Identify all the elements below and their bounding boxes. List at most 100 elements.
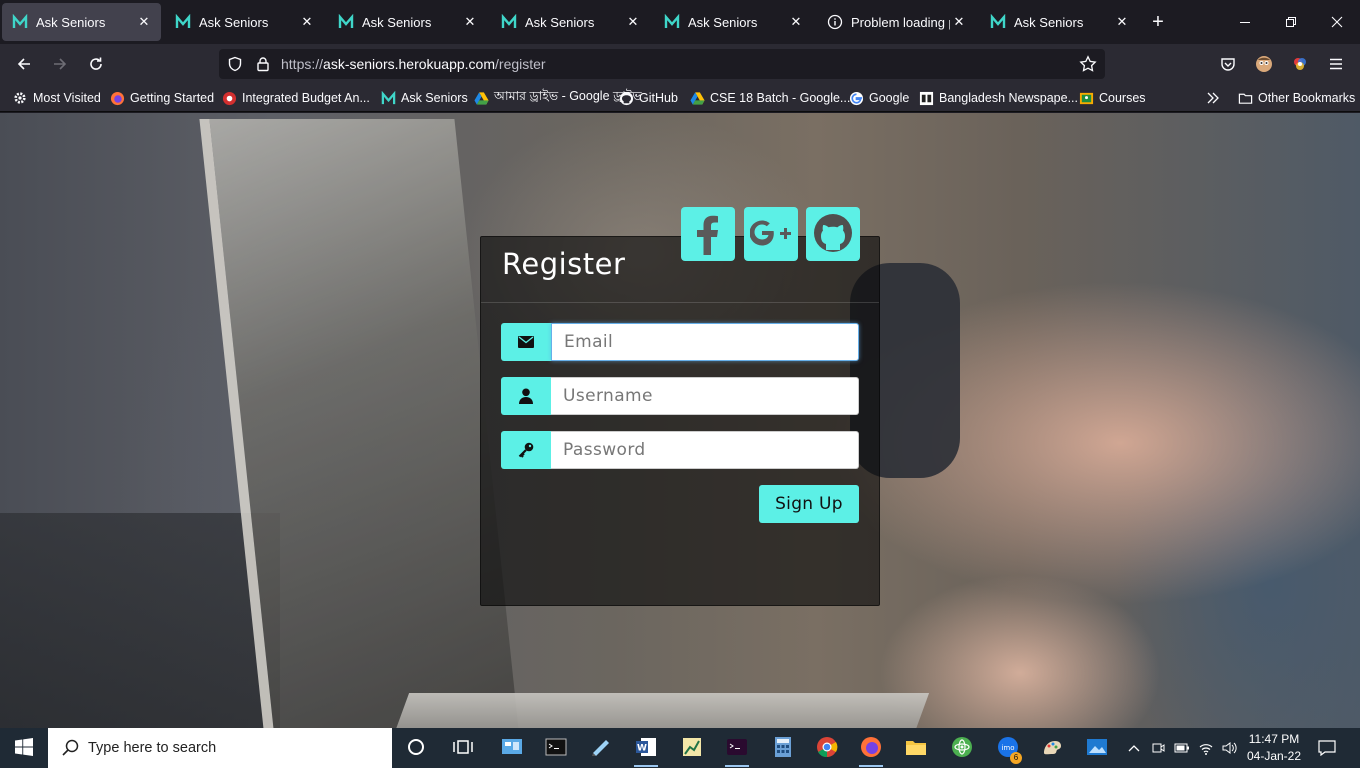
ask-seniors-icon xyxy=(338,14,354,30)
photos-icon xyxy=(1086,737,1108,760)
bookmark-google[interactable]: Google xyxy=(848,89,909,107)
cortana-button[interactable] xyxy=(400,732,432,764)
taskbar-clock[interactable]: 11:47 PM 04-Jan-22 xyxy=(1244,731,1304,765)
taskbar-app-control-panel[interactable] xyxy=(496,732,528,764)
atom-icon xyxy=(951,736,973,761)
username-input[interactable] xyxy=(551,377,859,415)
taskbar-app-calculator[interactable] xyxy=(767,732,799,764)
taskbar-app-command-prompt[interactable] xyxy=(540,732,572,764)
github-login-button[interactable] xyxy=(806,207,860,261)
tab-title: Ask Seniors xyxy=(362,14,432,30)
task-view-button[interactable] xyxy=(447,732,479,764)
battery-icon[interactable] xyxy=(1172,728,1192,768)
tab-ask-seniors-3[interactable]: Ask Seniors ✕ xyxy=(328,3,487,41)
back-button[interactable] xyxy=(8,48,40,80)
google-plus-login-button[interactable] xyxy=(744,207,798,261)
extension-icon[interactable] xyxy=(1284,48,1316,80)
volume-icon[interactable] xyxy=(1219,728,1239,768)
menu-icon[interactable] xyxy=(1320,48,1352,80)
taskbar-app-imo[interactable]: imo 6 xyxy=(992,732,1024,764)
facebook-login-button[interactable] xyxy=(681,207,735,261)
gear-icon xyxy=(12,90,28,106)
bookmark-most-visited[interactable]: Most Visited xyxy=(12,89,101,107)
taskbar-app-editor[interactable] xyxy=(585,732,617,764)
close-tab-icon[interactable]: ✕ xyxy=(298,13,316,31)
bookmark-bangladesh-newspaper[interactable]: Bangladesh Newspape... xyxy=(918,89,1078,107)
tab-title: Problem loading page xyxy=(851,14,950,30)
tab-ask-seniors-5[interactable]: Ask Seniors ✕ xyxy=(654,3,813,41)
minimize-button[interactable] xyxy=(1222,0,1268,44)
new-tab-button[interactable]: + xyxy=(1143,7,1173,37)
taskbar-app-file-explorer[interactable] xyxy=(900,732,932,764)
close-tab-icon[interactable]: ✕ xyxy=(950,13,968,31)
notifications-icon[interactable] xyxy=(1312,728,1342,768)
background-photo-keyboard xyxy=(390,693,930,728)
account-avatar-icon[interactable] xyxy=(1248,48,1280,80)
bookmark-google-drive[interactable]: আমার ড্রাইভ - Google ড্রাইভ xyxy=(473,89,642,107)
taskbar-app-chrome[interactable] xyxy=(811,732,843,764)
taskbar-app-word[interactable]: W xyxy=(630,732,662,767)
google-icon xyxy=(848,90,864,106)
reload-button[interactable] xyxy=(80,48,112,80)
github-icon xyxy=(812,212,854,257)
bookmark-label: Most Visited xyxy=(33,91,101,105)
taskbar-app-chart[interactable] xyxy=(676,732,708,764)
bookmark-label: GitHub xyxy=(639,91,678,105)
taskbar-app-terminal[interactable] xyxy=(721,732,753,767)
taskbar-app-atom[interactable] xyxy=(946,732,978,764)
tab-problem-loading[interactable]: Problem loading page ✕ xyxy=(817,3,976,41)
close-tab-icon[interactable]: ✕ xyxy=(624,13,642,31)
tab-ask-seniors-4[interactable]: Ask Seniors ✕ xyxy=(491,3,650,41)
wifi-icon[interactable] xyxy=(1196,728,1216,768)
bookmark-courses[interactable]: Courses xyxy=(1078,89,1146,107)
terminal-icon xyxy=(726,737,748,760)
tab-ask-seniors-2[interactable]: Ask Seniors ✕ xyxy=(165,3,324,41)
tab-ask-seniors-6[interactable]: Ask Seniors ✕ xyxy=(980,3,1139,41)
budget-icon xyxy=(221,90,237,106)
sign-up-button[interactable]: Sign Up xyxy=(759,485,859,523)
shield-icon[interactable] xyxy=(227,56,243,75)
bookmark-ask-seniors[interactable]: Ask Seniors xyxy=(380,89,468,107)
taskbar-app-photos[interactable] xyxy=(1081,732,1113,764)
control-panel-icon xyxy=(501,737,523,760)
tab-ask-seniors-1[interactable]: Ask Seniors ✕ xyxy=(2,3,161,41)
start-button[interactable] xyxy=(0,728,48,768)
close-window-button[interactable] xyxy=(1314,0,1360,44)
pocket-icon[interactable] xyxy=(1212,48,1244,80)
google-plus-icon xyxy=(749,218,792,251)
ask-seniors-icon xyxy=(12,14,28,30)
email-input[interactable] xyxy=(551,323,859,361)
google-drive-icon xyxy=(689,90,705,106)
bookmark-label: CSE 18 Batch - Google... xyxy=(710,91,851,105)
taskbar-app-paint[interactable] xyxy=(1036,732,1068,764)
star-icon[interactable] xyxy=(1079,55,1097,76)
show-hidden-icons-chevron-icon[interactable] xyxy=(1124,728,1144,768)
classroom-icon xyxy=(1078,90,1094,106)
close-tab-icon[interactable]: ✕ xyxy=(787,13,805,31)
info-icon xyxy=(827,14,843,30)
bookmark-getting-started[interactable]: Getting Started xyxy=(109,89,214,107)
tray-meet-icon[interactable] xyxy=(1148,728,1168,768)
bookmark-integrated-budget[interactable]: Integrated Budget An... xyxy=(221,89,370,107)
restore-button[interactable] xyxy=(1268,0,1314,44)
calculator-icon xyxy=(774,736,792,761)
url-path: /register xyxy=(495,56,546,72)
bookmark-github[interactable]: GitHub xyxy=(618,89,678,107)
bookmark-cse18-batch[interactable]: CSE 18 Batch - Google... xyxy=(689,89,850,107)
close-tab-icon[interactable]: ✕ xyxy=(461,13,479,31)
forward-button[interactable] xyxy=(44,48,76,80)
close-tab-icon[interactable]: ✕ xyxy=(135,13,153,31)
address-bar[interactable]: https://ask-seniors.herokuapp.com/regist… xyxy=(219,49,1105,79)
folder-icon xyxy=(905,737,927,760)
close-tab-icon[interactable]: ✕ xyxy=(1113,13,1131,31)
taskbar-search-box[interactable]: Type here to search xyxy=(48,728,392,768)
other-bookmarks[interactable]: Other Bookmarks xyxy=(1237,89,1355,107)
bookmarks-overflow-chevron-icon[interactable] xyxy=(1206,89,1220,107)
lock-icon[interactable] xyxy=(255,56,271,75)
bookmark-label: Ask Seniors xyxy=(401,91,468,105)
url-host: ask-seniors.herokuapp.com xyxy=(323,56,496,72)
taskbar-app-firefox[interactable] xyxy=(855,732,887,767)
url-scheme: https:// xyxy=(281,56,324,72)
ask-seniors-icon xyxy=(175,14,191,30)
password-input[interactable] xyxy=(551,431,859,469)
